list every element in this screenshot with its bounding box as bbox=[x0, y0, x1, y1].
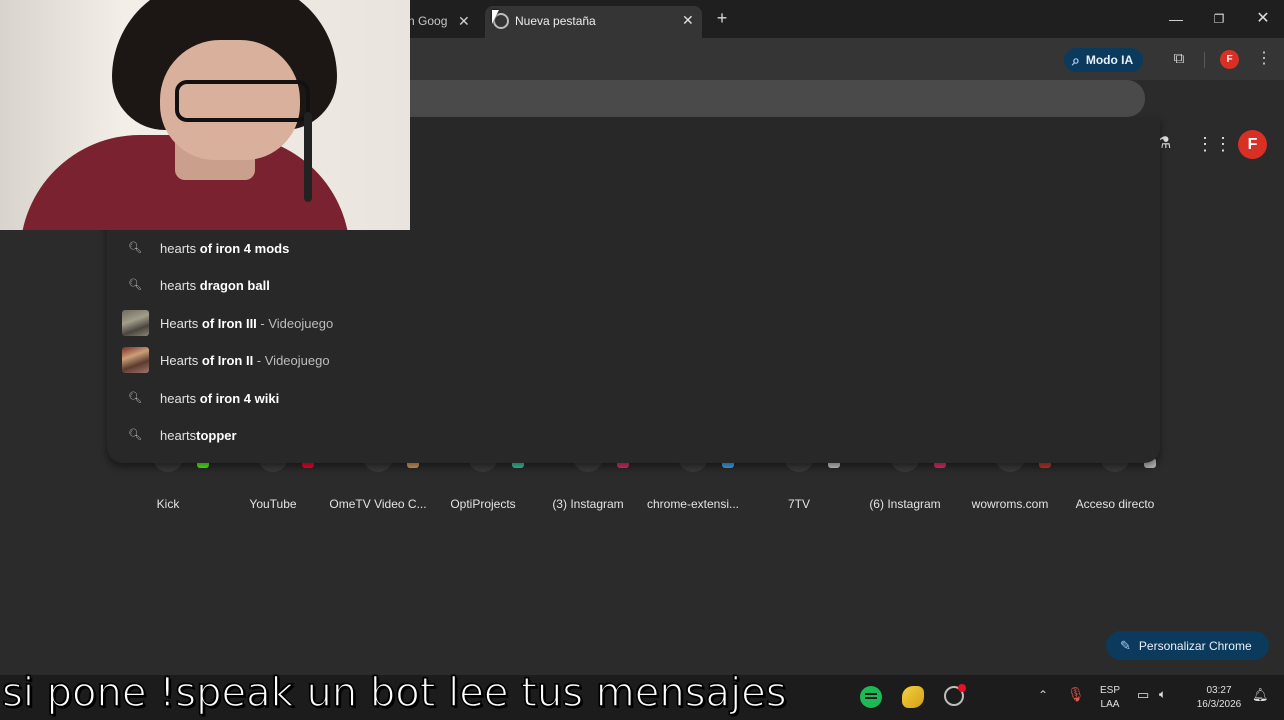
suggestion-item[interactable]: Hearts of Iron II - Videojuego bbox=[107, 342, 1160, 378]
google-account-avatar[interactable]: F bbox=[1238, 130, 1267, 159]
shortcut-label: OmeTV Video C... bbox=[329, 497, 427, 511]
suggestion-prefix: hearts bbox=[160, 390, 200, 406]
suggestion-completion: of iron 4 wiki bbox=[199, 390, 280, 406]
customize-chrome-button[interactable]: ✎ Personalizar Chrome bbox=[1106, 631, 1269, 660]
tab-title: Nueva pestaña bbox=[515, 14, 596, 28]
modo-ia-button[interactable]: ⌕ Modo IA bbox=[1064, 48, 1144, 72]
customize-label: Personalizar Chrome bbox=[1138, 638, 1252, 653]
app-icon[interactable] bbox=[902, 686, 924, 708]
suggestion-item[interactable]: 🔍︎ hearts of iron 4 mods bbox=[107, 230, 1160, 266]
shortcut-label: OptiProjects bbox=[450, 497, 516, 511]
keyboard-layout: LAA bbox=[1100, 699, 1120, 710]
close-tab-icon[interactable]: ✕ bbox=[682, 12, 694, 29]
suggestion-subtitle: - Videojuego bbox=[256, 315, 334, 331]
shortcut-label: (6) Instagram bbox=[869, 497, 941, 511]
minimize-icon[interactable]: — bbox=[1165, 8, 1187, 30]
pencil-icon: ✎ bbox=[1120, 637, 1131, 653]
restore-icon[interactable]: ❐ bbox=[1208, 8, 1230, 30]
extensions-icon[interactable]: ⧉ bbox=[1170, 50, 1188, 68]
shortcut-label: Acceso directo bbox=[1075, 497, 1155, 511]
suggestion-prefix: hearts bbox=[160, 240, 200, 256]
suggestion-completion: of Iron II bbox=[201, 352, 254, 368]
game-thumbnail bbox=[122, 347, 149, 373]
suggestion-prefix: Hearts bbox=[160, 315, 202, 331]
suggestion-completion: of Iron III bbox=[201, 315, 257, 331]
tab-new-tab[interactable]: Nueva pestaña ✕ bbox=[485, 6, 702, 38]
headset-mic bbox=[304, 112, 312, 202]
suggestion-completion: dragon ball bbox=[199, 277, 270, 293]
shortcut-label: wowroms.com bbox=[971, 497, 1049, 511]
suggestion-subtitle: - Videojuego bbox=[253, 352, 330, 368]
game-thumbnail bbox=[122, 310, 149, 336]
suggestion-item[interactable]: 🔍︎ hearts of iron 4 wiki bbox=[107, 380, 1160, 416]
language-code: ESP bbox=[1099, 685, 1120, 696]
shortcut-label: chrome-extensi... bbox=[646, 497, 740, 511]
shortcut-label: 7TV bbox=[787, 497, 810, 511]
taskbar-clock[interactable]: 03:27 16/3/2026 bbox=[1184, 684, 1254, 712]
new-tab-button[interactable]: + bbox=[712, 8, 732, 28]
suggestion-item[interactable]: 🔍︎ heartstopper bbox=[107, 417, 1160, 453]
suggestion-item[interactable]: Hearts of Iron III - Videojuego bbox=[107, 305, 1160, 341]
suggestion-item[interactable]: 🔍︎ hearts dragon ball bbox=[107, 267, 1160, 303]
tab-google[interactable]: n Googl ✕ bbox=[400, 6, 482, 38]
ai-search-icon: ⌕ bbox=[1072, 51, 1080, 68]
shortcut-label: YouTube bbox=[249, 497, 297, 511]
suggestion-completion: topper bbox=[196, 427, 237, 443]
close-tab-icon[interactable]: ✕ bbox=[458, 13, 470, 30]
toolbar-divider bbox=[1204, 52, 1205, 68]
search-icon: 🔍︎ bbox=[128, 242, 142, 254]
suggestion-prefix: hearts bbox=[160, 277, 200, 293]
volume-icon[interactable]: 🔈︎ bbox=[1159, 687, 1166, 702]
network-icon[interactable]: ▭ bbox=[1137, 687, 1149, 703]
search-icon: 🔍︎ bbox=[128, 279, 142, 291]
notification-badge bbox=[958, 684, 966, 692]
modo-ia-label: Modo IA bbox=[1085, 53, 1134, 67]
webcam-overlay bbox=[0, 0, 410, 230]
suggestion-prefix: Hearts bbox=[160, 352, 202, 368]
webcam-figure bbox=[175, 80, 310, 122]
video-subtitle: si pone !speak un bot lee tus mensajes bbox=[1, 669, 787, 717]
mouse-cursor bbox=[492, 10, 499, 24]
microphone-icon[interactable]: 🎙︎ bbox=[1067, 686, 1085, 703]
suggestion-completion: of iron 4 mods bbox=[199, 240, 290, 256]
profile-avatar[interactable]: F bbox=[1220, 50, 1239, 69]
more-menu-icon[interactable]: ⋮ bbox=[1256, 49, 1272, 69]
clock-time: 03:27 bbox=[1206, 685, 1232, 696]
language-indicator[interactable]: ESP LAA bbox=[1097, 684, 1123, 712]
close-window-icon[interactable]: ✕ bbox=[1252, 8, 1274, 30]
tab-title: n Googl bbox=[408, 14, 448, 28]
clock-date: 16/3/2026 bbox=[1196, 699, 1242, 710]
chevron-up-icon[interactable]: ⌃ bbox=[1038, 688, 1048, 702]
suggestion-prefix: hearts bbox=[160, 427, 197, 443]
shortcut-label: (3) Instagram bbox=[552, 497, 624, 511]
notifications-icon[interactable]: 🔔︎ bbox=[1252, 687, 1269, 703]
search-icon: 🔍︎ bbox=[128, 429, 142, 441]
spotify-icon[interactable] bbox=[860, 686, 882, 708]
shortcut-label: Kick bbox=[156, 497, 180, 511]
search-icon: 🔍︎ bbox=[128, 392, 142, 404]
apps-grid-icon[interactable]: ⋮⋮⋮ bbox=[1196, 133, 1250, 155]
